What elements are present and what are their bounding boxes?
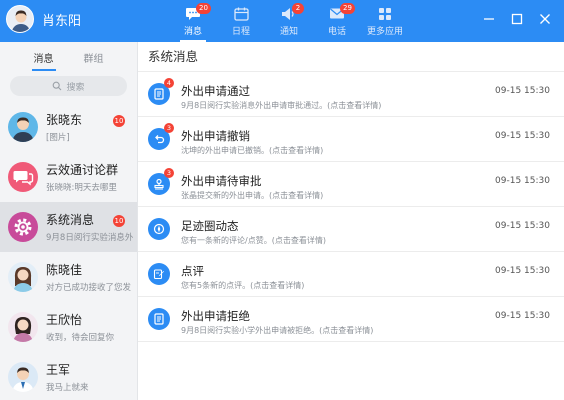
conversation-item[interactable]: 云效通讨论群 张晓晓:明天去哪里 — [0, 152, 137, 202]
message-title: 足迹圈动态 — [181, 219, 239, 233]
search-input[interactable]: 搜索 — [10, 76, 127, 96]
message-title: 外出申请撤销 — [181, 129, 250, 143]
close-button[interactable] — [534, 8, 556, 30]
minimize-icon — [484, 18, 494, 20]
title-bar: 肖东阳 消息 20 日程 通知 2 电话 29 更多应用 — [0, 0, 564, 42]
conversation-item[interactable]: 陈晓佳 对方已成功接收了您发 — [0, 252, 137, 302]
conversation-preview: 张晓晓:明天去哪里 — [46, 183, 117, 193]
conversation-item[interactable]: 王欣怡 收到，待会回复你 — [0, 302, 137, 352]
maximize-button[interactable] — [506, 8, 528, 30]
unread-badge: 3 — [164, 168, 174, 178]
search-icon — [53, 81, 62, 91]
message-time: 09-15 15:30 — [495, 221, 550, 231]
page-title: 系统消息 — [138, 42, 564, 72]
unread-badge: 10 — [113, 215, 125, 227]
search-placeholder: 搜索 — [66, 82, 85, 93]
nav-label: 电话 — [327, 26, 346, 37]
message-title: 外出申请待审批 — [181, 174, 262, 188]
grid-icon — [376, 6, 394, 22]
nav-notifications[interactable]: 通知 2 — [266, 0, 312, 42]
conversation-sidebar: 消息 群组 搜索 张晓东 [图片] 10 云效通讨论群 张晓晓:明天去哪里 系统… — [0, 42, 138, 400]
message-time: 09-15 15:30 — [495, 86, 550, 96]
nav-badge: 2 — [292, 3, 304, 14]
nav-label: 日程 — [231, 26, 250, 37]
system-messages-panel: 系统消息 4 外出申请通过 9月8日阅行实验消息外出申请审批通过。(点击查看详情… — [138, 42, 564, 400]
edit-icon — [148, 263, 170, 285]
avatar — [8, 112, 38, 142]
message-time: 09-15 15:30 — [495, 176, 550, 186]
nav-messages[interactable]: 消息 20 — [170, 0, 216, 42]
message-row[interactable]: 3 外出申请撤销 沈坤的外出申请已撤销。(点击查看详情) 09-15 15:30 — [138, 118, 564, 162]
message-title: 外出申请拒绝 — [181, 309, 250, 323]
nav-more-apps[interactable]: 更多应用 — [362, 0, 408, 42]
tab-groups[interactable]: 群组 — [84, 46, 104, 69]
gear-icon — [8, 212, 38, 242]
main-nav: 消息 20 日程 通知 2 电话 29 更多应用 — [170, 0, 410, 42]
message-row[interactable]: 足迹圈动态 您有一条新的评论/点赞。(点击查看详情) 09-15 15:30 — [138, 208, 564, 252]
message-row[interactable]: 4 外出申请通过 9月8日阅行实验消息外出申请审批通过。(点击查看详情) 09-… — [138, 73, 564, 117]
message-row[interactable]: 3 外出申请待审批 张晶提交新的外出申请。(点击查看详情) 09-15 15:3… — [138, 163, 564, 207]
conversation-name: 王欣怡 — [46, 313, 83, 327]
close-icon — [540, 14, 550, 24]
conversation-preview: 9月8日阅行实验消息外 — [46, 233, 134, 243]
conversation-preview: [图片] — [46, 133, 70, 143]
avatar — [8, 362, 38, 392]
message-description: 沈坤的外出申请已撤销。(点击查看详情) — [181, 146, 324, 155]
message-description: 张晶提交新的外出申请。(点击查看详情) — [181, 191, 324, 200]
nav-label: 通知 — [279, 26, 298, 37]
avatar — [8, 312, 38, 342]
message-title: 点评 — [181, 264, 204, 278]
message-row[interactable]: 点评 您有5条新的点评。(点击查看详情) 09-15 15:30 — [138, 253, 564, 297]
maximize-icon — [511, 13, 523, 25]
nav-label: 更多应用 — [366, 26, 403, 37]
message-title: 外出申请通过 — [181, 84, 250, 98]
unread-badge: 4 — [164, 78, 174, 88]
conversation-item-selected[interactable]: 系统消息 9月8日阅行实验消息外 10 — [0, 202, 137, 252]
conversation-name: 云效通讨论群 — [46, 163, 119, 177]
conversation-name: 陈晓佳 — [46, 263, 83, 277]
unread-badge: 3 — [164, 123, 174, 133]
unread-badge: 10 — [113, 115, 125, 127]
conversation-preview: 我马上就来 — [46, 383, 89, 393]
message-description: 您有5条新的点评。(点击查看详情) — [181, 281, 305, 290]
current-user[interactable]: 肖东阳 — [6, 5, 81, 33]
tab-messages[interactable]: 消息 — [31, 46, 56, 71]
avatar[interactable] — [6, 5, 34, 33]
calendar-icon — [232, 6, 250, 22]
message-time: 09-15 15:30 — [495, 311, 550, 321]
message-row[interactable]: 外出申请拒绝 9月8日阅行实验小学外出申请被拒绝。(点击查看详情) 09-15 … — [138, 298, 564, 342]
conversation-item[interactable]: 张晓东 [图片] 10 — [0, 102, 137, 152]
message-time: 09-15 15:30 — [495, 131, 550, 141]
message-time: 09-15 15:30 — [495, 266, 550, 276]
avatar — [8, 262, 38, 292]
compass-icon — [148, 218, 170, 240]
minimize-button[interactable] — [478, 8, 500, 30]
conversation-name: 王军 — [46, 363, 71, 377]
nav-badge: 29 — [340, 3, 355, 14]
message-description: 9月8日阅行实验小学外出申请被拒绝。(点击查看详情) — [181, 326, 374, 335]
nav-schedule[interactable]: 日程 — [218, 0, 264, 42]
conversation-preview: 收到，待会回复你 — [46, 333, 115, 343]
conversation-item[interactable]: 王军 我马上就来 — [0, 352, 137, 400]
sidebar-tabs: 消息 群组 — [0, 42, 137, 72]
group-chat-icon — [8, 162, 38, 192]
conversation-preview: 对方已成功接收了您发 — [46, 283, 132, 293]
message-description: 您有一条新的评论/点赞。(点击查看详情) — [181, 236, 326, 245]
nav-label: 消息 — [183, 26, 202, 37]
nav-phone[interactable]: 电话 29 — [314, 0, 360, 42]
nav-badge: 20 — [196, 3, 211, 14]
document-icon — [148, 308, 170, 330]
username: 肖东阳 — [42, 13, 82, 29]
message-description: 9月8日阅行实验消息外出申请审批通过。(点击查看详情) — [181, 101, 382, 110]
window-controls — [472, 8, 556, 30]
